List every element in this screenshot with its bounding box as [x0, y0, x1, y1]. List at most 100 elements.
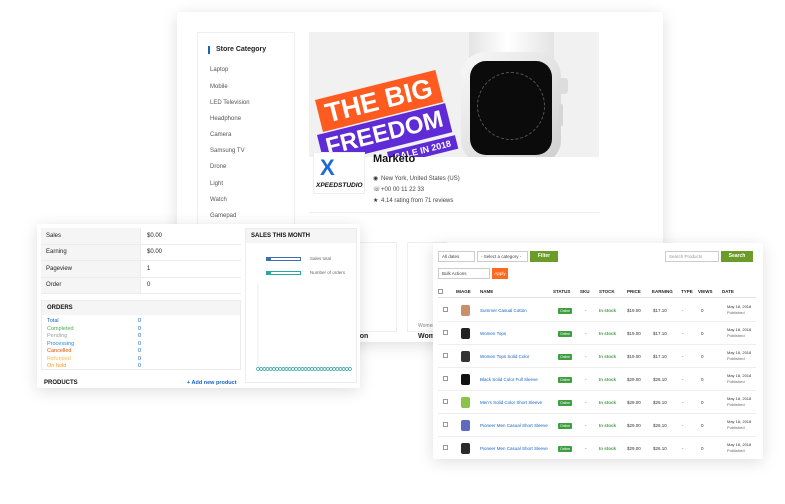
- data-point[interactable]: [275, 367, 279, 371]
- product-stock: In stock: [599, 423, 617, 428]
- data-point[interactable]: [256, 367, 260, 371]
- bulk-actions-select[interactable]: Bulk Actions: [438, 268, 490, 279]
- data-point[interactable]: [335, 367, 340, 371]
- product-stock: In stock: [599, 377, 617, 382]
- data-point[interactable]: [348, 367, 352, 371]
- product-name-link[interactable]: Summer Casual Cotton: [480, 299, 527, 322]
- data-point[interactable]: [326, 367, 330, 371]
- product-publish-status: Published: [727, 379, 745, 384]
- product-thumbnail[interactable]: [461, 397, 470, 408]
- data-point[interactable]: [262, 367, 267, 371]
- stat-row-sales: Sales $0.00: [41, 228, 241, 245]
- data-point[interactable]: [313, 367, 317, 371]
- data-point[interactable]: [319, 367, 324, 371]
- data-point[interactable]: [345, 367, 349, 371]
- search-button[interactable]: Search: [721, 251, 753, 262]
- product-name-link[interactable]: Women Tops Solid Color: [480, 345, 529, 368]
- order-status-label[interactable]: Completed: [47, 326, 74, 332]
- category-item-camera[interactable]: Camera: [210, 132, 231, 138]
- table-row: Men's Solid Color Short Sleeve Online - In …: [438, 391, 756, 414]
- category-item-led-television[interactable]: LED Television: [210, 100, 250, 106]
- col-header-sku[interactable]: SKU: [580, 289, 590, 294]
- product-thumbnail[interactable]: [461, 443, 470, 454]
- row-checkbox[interactable]: [443, 422, 448, 427]
- data-point[interactable]: [300, 367, 305, 371]
- phone-text: +00 00 11 22 33: [381, 187, 425, 193]
- col-header-name[interactable]: NAME: [480, 289, 493, 294]
- product-thumbnail[interactable]: [461, 305, 470, 316]
- data-point[interactable]: [291, 367, 295, 371]
- product-name-link[interactable]: Pioneer Men Casual Short Sleeve: [480, 414, 548, 437]
- data-point[interactable]: [322, 367, 327, 371]
- sales-chart-panel: SALES THIS MONTH Sales total Number of o…: [245, 228, 357, 383]
- order-status-label[interactable]: On hold: [47, 363, 66, 369]
- search-products-input[interactable]: Search Products: [665, 251, 719, 262]
- add-new-product-link[interactable]: + Add new product: [187, 380, 236, 386]
- select-all-checkbox[interactable]: [438, 289, 443, 294]
- data-point[interactable]: [265, 367, 270, 371]
- product-name-link[interactable]: Women Tops: [480, 322, 506, 345]
- category-item-light[interactable]: Light: [210, 181, 223, 187]
- data-point[interactable]: [307, 367, 311, 371]
- row-checkbox[interactable]: [443, 445, 448, 450]
- data-point[interactable]: [272, 367, 276, 371]
- product-thumbnail[interactable]: [461, 351, 470, 362]
- data-point[interactable]: [281, 367, 286, 371]
- date-filter-select[interactable]: All dates: [438, 251, 475, 262]
- data-point[interactable]: [316, 367, 320, 371]
- order-status-label[interactable]: Refunded: [47, 356, 71, 362]
- product-price: $19.00: [627, 354, 641, 359]
- filter-button[interactable]: Filter: [530, 251, 558, 262]
- category-item-watch[interactable]: Watch: [210, 197, 227, 203]
- row-checkbox[interactable]: [443, 376, 448, 381]
- apply-button[interactable]: Apply: [492, 268, 508, 279]
- data-point[interactable]: [303, 367, 308, 371]
- product-thumbnail[interactable]: [461, 328, 470, 339]
- product-name-link[interactable]: Black Solid Color Full Sleeve: [480, 368, 538, 391]
- category-item-drone[interactable]: Drone: [210, 164, 226, 170]
- rating-text: 4.14 rating from 71 reviews: [381, 198, 454, 204]
- data-point[interactable]: [297, 367, 301, 371]
- row-checkbox[interactable]: [443, 353, 448, 358]
- product-type: -: [682, 377, 684, 382]
- category-item-samsung-tv[interactable]: Samsung TV: [210, 148, 245, 154]
- data-point[interactable]: [294, 367, 298, 371]
- product-name-link[interactable]: Men's Solid Color Short Sleeve: [480, 391, 542, 414]
- product-name-link[interactable]: Pioneer Men Casual Short Sleeve: [480, 437, 548, 459]
- col-header-date[interactable]: DATE: [722, 289, 734, 294]
- category-item-laptop[interactable]: Laptop: [210, 67, 228, 73]
- product-tile[interactable]: [357, 242, 397, 332]
- row-checkbox[interactable]: [443, 330, 448, 335]
- category-filter-select[interactable]: - Select a category -: [477, 251, 528, 262]
- data-point[interactable]: [338, 367, 343, 371]
- data-point[interactable]: [332, 367, 336, 371]
- data-point[interactable]: [268, 367, 273, 371]
- store-phone: ☏+00 00 11 22 33: [373, 186, 424, 193]
- category-item-mobile[interactable]: Mobile: [210, 84, 228, 90]
- product-sku: -: [585, 354, 587, 359]
- status-badge: Online: [558, 422, 573, 429]
- data-point[interactable]: [310, 367, 314, 371]
- order-status-label[interactable]: Total: [47, 318, 59, 324]
- data-point[interactable]: [329, 367, 333, 371]
- order-status-count: 0: [138, 340, 142, 347]
- product-thumbnail[interactable]: [461, 374, 470, 385]
- order-status-label[interactable]: Cancelled: [47, 348, 71, 354]
- product-thumbnail[interactable]: [461, 420, 470, 431]
- data-point[interactable]: [284, 367, 289, 371]
- category-item-headphone[interactable]: Headphone: [210, 116, 241, 122]
- category-item-gamepad[interactable]: Gamepad: [210, 213, 236, 219]
- data-point[interactable]: [259, 367, 263, 371]
- row-checkbox[interactable]: [443, 399, 448, 404]
- order-status-label[interactable]: Processing: [47, 341, 74, 347]
- data-point[interactable]: [341, 367, 346, 371]
- col-header-price[interactable]: PRICE: [627, 289, 641, 294]
- product-publish-status: Published: [727, 333, 745, 338]
- product-stock: In stock: [599, 331, 617, 336]
- data-point[interactable]: [278, 367, 282, 371]
- status-badge: Online: [558, 330, 573, 337]
- row-checkbox[interactable]: [443, 307, 448, 312]
- data-point[interactable]: [288, 367, 292, 371]
- col-header-views[interactable]: VIEWS: [698, 289, 713, 294]
- order-status-label[interactable]: Pending: [47, 333, 67, 339]
